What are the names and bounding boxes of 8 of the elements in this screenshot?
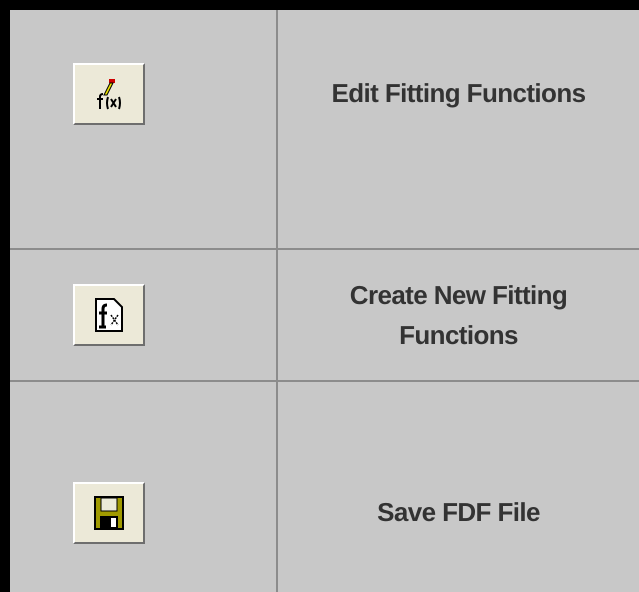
tool-button[interactable] <box>73 63 145 125</box>
action-label: Edit Fitting Functions <box>332 77 586 110</box>
action-label: Create New Fitting Functions <box>348 279 568 352</box>
function-document-icon <box>94 297 124 333</box>
pencil-function-icon <box>95 77 123 111</box>
tool-button[interactable] <box>73 284 145 346</box>
action-label: Save FDF File <box>377 496 540 529</box>
tool-button[interactable] <box>73 482 145 544</box>
